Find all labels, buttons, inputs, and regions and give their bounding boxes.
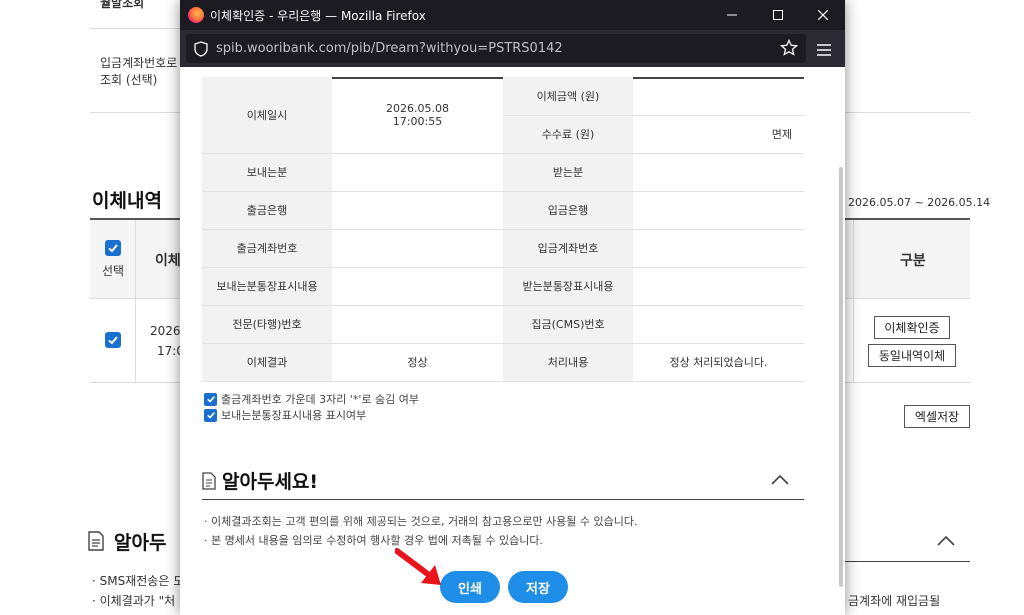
bg-account-label-1: 입금계좌번호로 — [100, 56, 178, 70]
document-icon — [202, 471, 216, 490]
title-bar[interactable]: 이체확인증 - 우리은행 — Mozilla Firefox — [180, 0, 845, 30]
in-bank-label: 입금은행 — [503, 191, 633, 230]
in-account-value — [633, 229, 804, 268]
bg-notice-line-2: · 이체결과가 "처 — [92, 594, 176, 608]
select-all-checkbox[interactable] — [105, 240, 121, 256]
bg-col-date: 이체 — [155, 253, 181, 269]
hamburger-icon[interactable] — [817, 41, 831, 60]
mask-account-checkbox[interactable] — [204, 392, 217, 406]
popup-content: 이체일시 2026.05.08 17:00:55 이체금액 (원) 수수료 (원… — [180, 67, 845, 615]
sender-value — [332, 153, 503, 192]
bg-notice-line-1: · SMS재전송은 도 — [92, 574, 185, 588]
red-arrow-icon — [394, 547, 445, 593]
bg-notice-doc-icon — [88, 531, 104, 555]
notice-item-1: · 이체결과조회는 고객 편의를 위해 제공되는 것으로, 거래의 참고용으로만… — [204, 515, 638, 528]
in-bank-value — [633, 191, 804, 230]
out-account-label: 출금계좌번호 — [202, 229, 332, 268]
bg-account-label-2: 조회 (선택) — [100, 73, 158, 87]
mask-account-option[interactable]: 출금계좌번호 가운데 3자리 '*'로 숨김 여부 — [204, 391, 419, 407]
window-title: 이체확인증 - 우리은행 — Mozilla Firefox — [210, 8, 426, 23]
amount-label: 이체금액 (원) — [503, 77, 633, 116]
notice-item-2: · 본 명세서 내용을 임의로 수정하여 행사할 경우 법에 저촉될 수 있습니… — [204, 534, 543, 547]
fee-label: 수수료 (원) — [503, 115, 633, 154]
msg-no-label: 전문(타행)번호 — [202, 305, 332, 344]
result-label: 이체결과 — [202, 343, 332, 382]
cms-label: 집금(CMS)번호 — [503, 305, 633, 344]
process-label: 처리내용 — [503, 343, 633, 382]
notice-header: 알아두세요! — [202, 462, 804, 500]
amount-value — [633, 77, 804, 116]
maximize-icon[interactable] — [756, 0, 800, 30]
receiver-memo-value — [633, 267, 804, 306]
sender-label: 보내는분 — [202, 153, 332, 192]
transfer-datetime-label: 이체일시 — [202, 77, 332, 154]
sender-memo-label: 보내는분통장표시내용 — [202, 267, 332, 306]
shield-icon[interactable] — [194, 40, 208, 57]
bg-col-type: 구분 — [900, 253, 926, 269]
excel-save-button[interactable]: 엑셀저장 — [904, 405, 970, 428]
collapse-chevron-icon[interactable] — [770, 474, 790, 486]
mask-account-text: 출금계좌번호 가운데 3자리 '*'로 숨김 여부 — [221, 393, 419, 406]
bg-notice-title: 알아두 — [114, 532, 167, 554]
bg-col-select: 선택 — [102, 264, 125, 278]
address-bar: spib.wooribank.com/pib/Dream?withyou=PST… — [180, 30, 845, 67]
minimize-icon[interactable] — [710, 0, 754, 30]
transfer-detail-table: 이체일시 2026.05.08 17:00:55 이체금액 (원) 수수료 (원… — [202, 77, 804, 382]
print-button[interactable]: 인쇄 — [440, 571, 500, 603]
out-bank-label: 출금은행 — [202, 191, 332, 230]
bg-collapse-icon[interactable] — [936, 532, 956, 551]
close-icon[interactable] — [801, 0, 845, 30]
msg-no-value — [332, 305, 503, 344]
notice-title: 알아두세요! — [222, 471, 319, 493]
bg-section-title: 이체내역 — [92, 190, 162, 212]
show-memo-option[interactable]: 보내는분통장표시내용 표시여부 — [204, 407, 366, 423]
receiver-value — [633, 153, 804, 192]
fee-value: 면제 — [633, 115, 804, 154]
transfer-datetime-value: 2026.05.08 17:00:55 — [332, 77, 503, 154]
same-transfer-button[interactable]: 동일내역이체 — [868, 344, 956, 367]
in-account-label: 입금계좌번호 — [503, 229, 633, 268]
row-checkbox[interactable] — [105, 332, 121, 348]
bg-notice-right: 금계좌에 재입금될 — [848, 594, 941, 608]
result-value: 정상 — [332, 343, 503, 382]
url-field[interactable]: spib.wooribank.com/pib/Dream?withyou=PST… — [186, 34, 806, 63]
out-account-value — [332, 229, 503, 268]
scrollbar[interactable] — [839, 167, 843, 587]
out-bank-value — [332, 191, 503, 230]
process-value: 정상 처리되었습니다. — [633, 343, 804, 382]
receiver-label: 받는분 — [503, 153, 633, 192]
bg-top-label: 월말조회 — [100, 0, 145, 10]
receiver-memo-label: 받는분통장표시내용 — [503, 267, 633, 306]
cms-value — [633, 305, 804, 344]
sender-memo-value — [332, 267, 503, 306]
popup-window: 이체확인증 - 우리은행 — Mozilla Firefox spib.woor… — [180, 0, 845, 615]
firefox-logo-icon — [188, 7, 204, 23]
show-memo-text: 보내는분통장표시내용 표시여부 — [221, 409, 367, 422]
save-button[interactable]: 저장 — [508, 571, 568, 603]
star-icon[interactable] — [779, 38, 799, 61]
show-memo-checkbox[interactable] — [204, 408, 217, 422]
bg-date-range: 2026.05.07 ~ 2026.05.14 — [848, 196, 991, 209]
transfer-confirm-button[interactable]: 이체확인증 — [874, 316, 950, 339]
url-text: spib.wooribank.com/pib/Dream?withyou=PST… — [216, 41, 563, 56]
